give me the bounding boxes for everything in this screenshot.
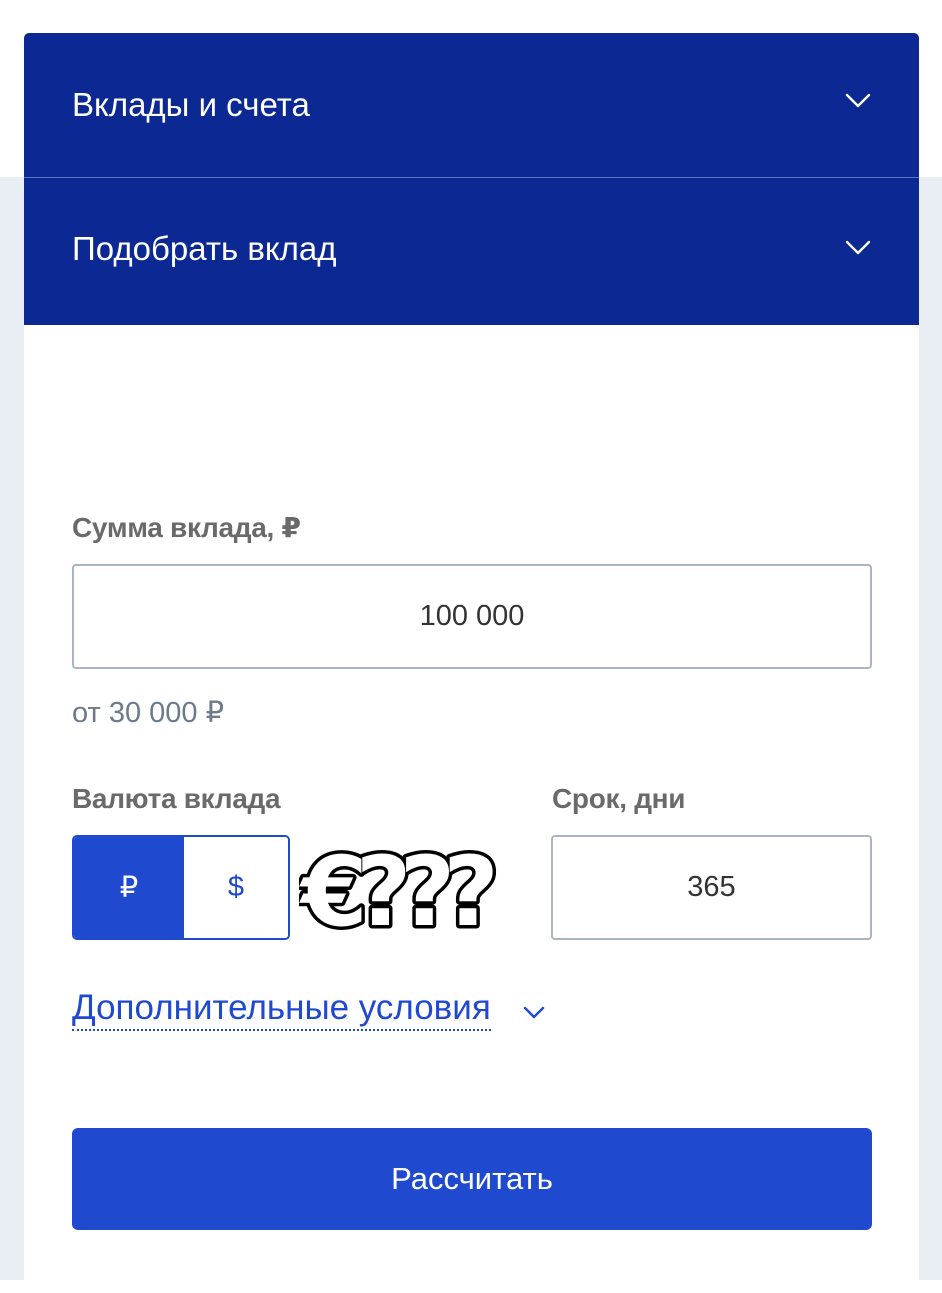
currency-toggle: ₽ $	[72, 835, 290, 940]
accordion-title: Вклады и счета	[72, 86, 310, 123]
currency-label: Валюта вклада	[72, 783, 281, 814]
amount-label: Сумма вклада, ₽	[72, 512, 301, 543]
sticker-text: €???	[299, 836, 493, 945]
amount-input[interactable]: 100 000	[72, 564, 872, 669]
deposit-calculator-card: Вклады и счета Подобрать вклад Сумма вкл…	[24, 33, 919, 1293]
currency-usd-button[interactable]: $	[184, 837, 288, 938]
accordion-title: Подобрать вклад	[72, 230, 337, 267]
chevron-down-icon[interactable]	[523, 1006, 545, 1020]
term-label: Срок, дни	[552, 783, 686, 814]
chevron-down-icon	[845, 240, 871, 255]
accordion-choose-deposit[interactable]: Подобрать вклад	[24, 178, 919, 325]
more-conditions-link[interactable]: Дополнительные условия	[72, 987, 491, 1031]
amount-hint: от 30 000 ₽	[72, 697, 225, 729]
chevron-down-icon	[845, 93, 871, 108]
currency-rub-button[interactable]: ₽	[74, 837, 184, 938]
accordion-deposits-and-accounts[interactable]: Вклады и счета	[24, 33, 919, 177]
term-input[interactable]: 365	[551, 835, 872, 940]
euro-question-sticker: €???	[299, 833, 509, 946]
calculate-button[interactable]: Рассчитать	[72, 1128, 872, 1230]
